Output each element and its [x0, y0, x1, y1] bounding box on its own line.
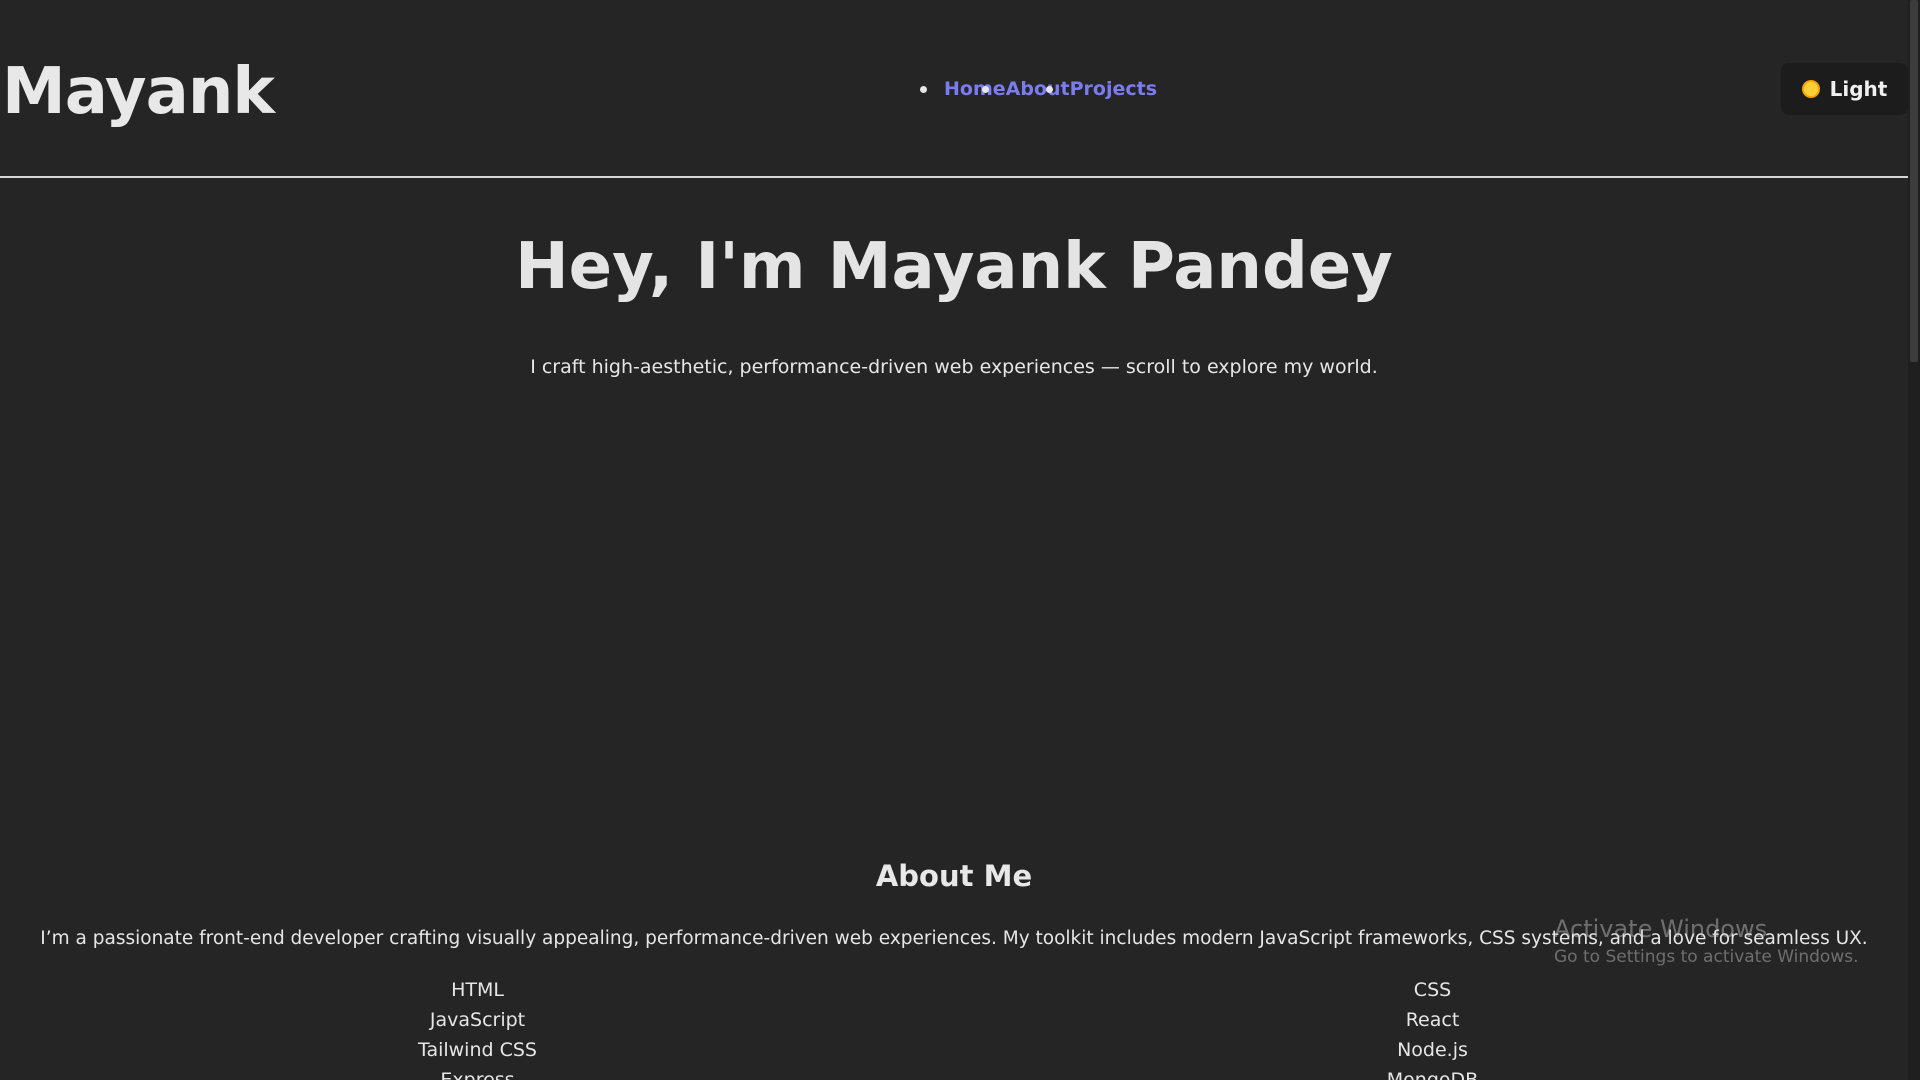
skill-item: MongoDB	[1386, 1069, 1479, 1080]
main-nav: Home About Projects	[920, 74, 1157, 104]
site-header: Mayank Home About Projects Light	[0, 0, 1908, 178]
skill-item: JavaScript	[429, 1009, 526, 1031]
hero-title: Hey, I'm Mayank Pandey	[515, 230, 1393, 304]
vertical-scrollbar[interactable]	[1908, 0, 1920, 1080]
sun-icon	[1801, 80, 1820, 98]
hero-subtitle: I craft high-aesthetic, performance-driv…	[530, 356, 1378, 378]
portfolio-page: Mayank Home About Projects Light Hey, I'…	[0, 0, 1920, 1080]
site-logo[interactable]: Mayank	[2, 48, 275, 136]
skill-item: CSS	[1413, 979, 1452, 1001]
watermark-subtitle: Go to Settings to activate Windows.	[1554, 947, 1859, 967]
scrollbar-thumb[interactable]	[1910, 0, 1918, 362]
theme-toggle-label: Light	[1829, 77, 1888, 101]
skill-item: HTML	[451, 979, 504, 1001]
windows-activation-watermark: Activate Windows Go to Settings to activ…	[1554, 913, 1859, 969]
skill-item: Tailwind CSS	[417, 1039, 537, 1061]
theme-toggle-button[interactable]: Light	[1781, 63, 1908, 115]
watermark-title: Activate Windows	[1554, 915, 1768, 943]
skill-item: React	[1405, 1009, 1460, 1031]
nav-link-projects[interactable]: Projects	[1070, 78, 1157, 100]
skill-item: Node.js	[1397, 1039, 1468, 1061]
skill-item: Express	[440, 1069, 515, 1080]
skills-grid: HTML CSS JavaScript React Tailwind CSS N…	[0, 975, 1908, 1080]
about-title: About Me	[875, 859, 1033, 893]
nav-item-projects: Projects	[1045, 74, 1157, 104]
